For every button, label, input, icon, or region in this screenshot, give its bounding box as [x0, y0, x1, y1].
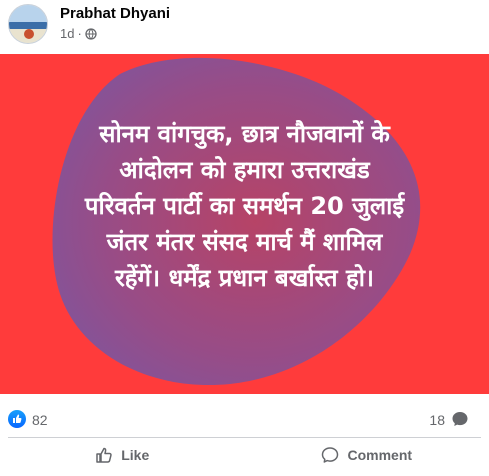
thumbs-up-icon	[96, 447, 112, 463]
like-button[interactable]: Like	[0, 440, 245, 470]
avatar[interactable]	[8, 4, 48, 44]
meta-separator: ·	[77, 26, 82, 41]
comment-label: Comment	[347, 447, 413, 463]
post-image-text: सोनम वांगचुक, छात्र नौजवानों के आंदोलन क…	[84, 120, 405, 292]
post-image[interactable]: सोनम वांगचुक, छात्र नौजवानों के आंदोलन क…	[0, 54, 489, 394]
post-actions: Like Comment	[0, 440, 489, 470]
avatar-figure	[24, 29, 34, 39]
globe-icon[interactable]	[85, 27, 97, 40]
like-reaction-icon[interactable]	[8, 410, 26, 428]
avatar-band	[9, 22, 47, 29]
post-meta: 1d ·	[60, 26, 97, 41]
comments-count[interactable]: 18	[429, 412, 445, 428]
author-name[interactable]: Prabhat Dhyani	[60, 5, 170, 22]
comment-bubble-icon[interactable]	[451, 410, 469, 428]
comment-button[interactable]: Comment	[245, 440, 489, 470]
actions-divider	[8, 437, 481, 438]
like-label: Like	[121, 447, 150, 463]
post-stats: 82 18	[0, 404, 489, 434]
post-time[interactable]: 1d	[60, 26, 74, 41]
avatar-sky	[9, 5, 47, 23]
comment-icon	[322, 447, 339, 463]
reactions-count[interactable]: 82	[32, 412, 48, 428]
post-header: Prabhat Dhyani 1d ·	[0, 0, 489, 50]
